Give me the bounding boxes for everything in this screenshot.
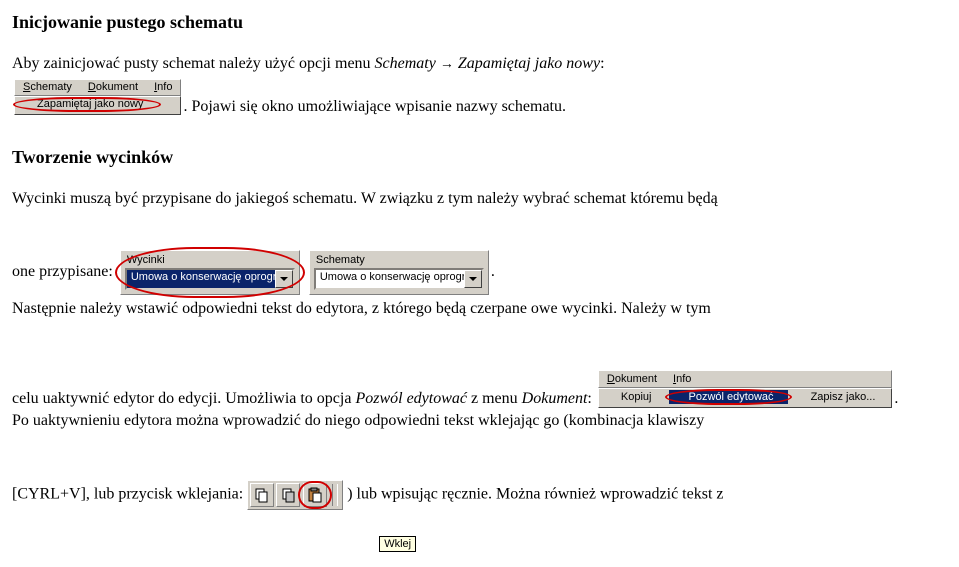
para1-colon: : bbox=[600, 55, 604, 72]
combobox-wycinki-label: Wycinki bbox=[125, 253, 295, 268]
para2-period: . bbox=[491, 264, 495, 281]
combobox-schematy: Schematy Umowa o konserwację oprogra bbox=[309, 250, 489, 295]
section-title-2: Tworzenie wycinków bbox=[12, 147, 947, 168]
menu-dokument-screenshot: Dokument Info Kopiuj Pozwól edytować Zap… bbox=[598, 370, 893, 408]
copy-icon bbox=[254, 487, 270, 503]
para5a-text: [CYRL+V], lub przycisk wklejania: bbox=[12, 485, 247, 502]
red-circle-3: Pozwól edytować bbox=[669, 391, 788, 403]
combobox-wycinki-field[interactable]: Umowa o konserwację oprogra bbox=[125, 268, 295, 290]
combobox-schematy-label: Schematy bbox=[314, 253, 484, 268]
menu-item-info[interactable]: Info bbox=[146, 80, 180, 95]
para3-ital-2: Dokument bbox=[522, 390, 588, 407]
tooltip-wklej: Wklej bbox=[379, 536, 416, 552]
menubar-1: Schematy Dokument Info bbox=[14, 79, 181, 96]
paste-icon bbox=[307, 487, 323, 503]
menu-item-schematy[interactable]: Schematy bbox=[15, 80, 80, 95]
arrow-icon: → bbox=[440, 57, 454, 72]
chevron-down-icon[interactable] bbox=[275, 270, 293, 288]
para3b-text: celu uaktywnić edytor do edycji. Umożliw… bbox=[12, 390, 355, 407]
menu-row-pozwol[interactable]: Pozwól edytować bbox=[669, 390, 788, 404]
menu-item-dokument-2[interactable]: Dokument bbox=[599, 371, 665, 387]
paste-button[interactable] bbox=[303, 483, 327, 507]
paragraph-3a: Następnie należy wstawić odpowiedni teks… bbox=[12, 298, 947, 320]
copy-button[interactable] bbox=[250, 483, 274, 507]
para3c-text: z menu bbox=[467, 390, 522, 407]
para1-ital-2: Zapamiętaj jako nowy bbox=[454, 55, 600, 72]
menu-item-dokument[interactable]: Dokument bbox=[80, 80, 146, 95]
menu-row-zapisz[interactable]: Zapisz jako... bbox=[791, 390, 890, 404]
para1-tail: . Pojawi się okno umożliwiające wpisanie… bbox=[183, 98, 566, 115]
menu-dropdown-2: Kopiuj Pozwól edytować Zapisz jako... bbox=[598, 388, 893, 408]
combobox-wycinki-value: Umowa o konserwację oprogra bbox=[127, 270, 275, 288]
paragraph-2a: Wycinki muszą być przypisane do jakiegoś… bbox=[12, 188, 947, 210]
cut-button[interactable] bbox=[276, 483, 300, 507]
paragraph-3b-line: celu uaktywnić edytor do edycji. Umożliw… bbox=[12, 370, 947, 408]
para1-ital-1: Schematy bbox=[375, 55, 440, 72]
menu-row-kopiuj[interactable]: Kopiuj bbox=[601, 390, 666, 404]
toolbar bbox=[247, 480, 343, 510]
menu-schematy-screenshot: Schematy Dokument Info Zapamiętaj jako n… bbox=[14, 79, 181, 115]
toolbar-paste-screenshot: Wklej bbox=[247, 480, 343, 510]
combobox-wycinki: Wycinki Umowa o konserwację oprogra bbox=[120, 250, 300, 295]
red-circle-2: Wycinki Umowa o konserwację oprogra bbox=[119, 249, 301, 296]
menubar-2: Dokument Info bbox=[598, 370, 893, 388]
combobox-schematy-value: Umowa o konserwację oprogra bbox=[316, 270, 464, 288]
para3-colon: : bbox=[587, 390, 595, 407]
paragraph-5-line: [CYRL+V], lub przycisk wklejania: bbox=[12, 480, 947, 510]
para3-tail: . bbox=[894, 390, 898, 407]
red-circle-1: Zapamiętaj jako nowy bbox=[17, 99, 157, 110]
menu-dropdown-1: Zapamiętaj jako nowy bbox=[14, 96, 181, 115]
red-circle-4 bbox=[302, 483, 328, 507]
para2b-text: one przypisane: bbox=[12, 264, 117, 281]
paragraph-1: Aby zainicjować pusty schemat należy uży… bbox=[12, 53, 947, 75]
paragraph-2b-line: one przypisane: Wycinki Umowa o konserwa… bbox=[12, 249, 947, 296]
cut-icon bbox=[280, 487, 296, 503]
menu-row-zapamietaj[interactable]: Zapamiętaj jako nowy bbox=[17, 97, 157, 111]
toolbar-separator bbox=[332, 484, 338, 506]
para1-text-a: Aby zainicjować pusty schemat należy uży… bbox=[12, 55, 375, 72]
para5b-text: ) lub wpisując ręcznie. Można również wp… bbox=[347, 485, 723, 502]
combobox-schematy-field[interactable]: Umowa o konserwację oprogra bbox=[314, 268, 484, 290]
menu-item-info-2[interactable]: Info bbox=[665, 371, 699, 387]
para3-ital-1: Pozwól edytować bbox=[355, 390, 467, 407]
section-title-1: Inicjowanie pustego schematu bbox=[12, 12, 947, 33]
paragraph-4a: Po uaktywnieniu edytora można wprowadzić… bbox=[12, 410, 947, 432]
chevron-down-icon[interactable] bbox=[464, 270, 482, 288]
